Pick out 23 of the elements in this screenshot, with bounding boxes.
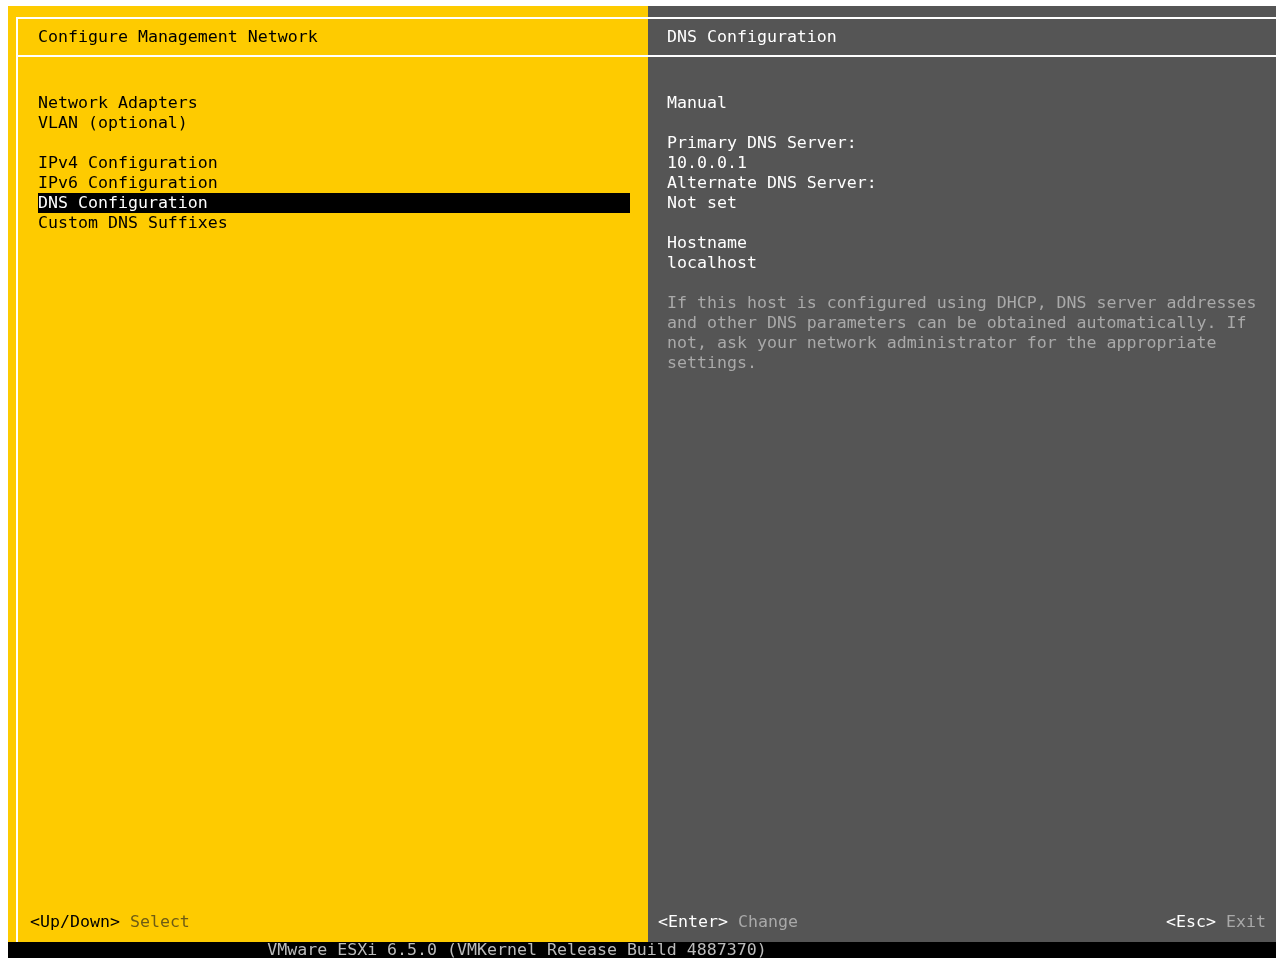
info-text: Manual bbox=[667, 93, 728, 113]
action-label: Exit bbox=[1226, 912, 1266, 932]
panel-title: DNS Configuration bbox=[667, 27, 837, 47]
key-hint: <Up/Down> bbox=[30, 912, 120, 932]
info-text: Hostname bbox=[667, 233, 748, 253]
key-hint: <Enter> bbox=[658, 912, 728, 932]
menu-item[interactable]: IPv6 Configuration bbox=[38, 173, 630, 193]
menu-item[interactable]: Network Adapters bbox=[38, 93, 630, 113]
menu-item[interactable]: IPv4 Configuration bbox=[38, 153, 630, 173]
panel-title: Configure Management Network bbox=[38, 27, 318, 47]
menu-item[interactable]: VLAN (optional) bbox=[38, 113, 630, 133]
info-text: 10.0.0.1 bbox=[667, 153, 748, 173]
help-text: If this host is configured using DHCP, DNS server addresses and other DNS parameters can be obtained automatically. If not, ask your network administrator for the appropriate settings. bbox=[667, 293, 1258, 373]
info-text: Alternate DNS Server: bbox=[667, 173, 878, 193]
info-text: Not set bbox=[667, 193, 738, 213]
menu-item[interactable]: Custom DNS Suffixes bbox=[38, 213, 630, 233]
version-text: VMware ESXi 6.5.0 (VMKernel Release Build 4887370) bbox=[267, 942, 768, 958]
action-label: Select bbox=[129, 912, 190, 932]
info-text: localhost bbox=[667, 253, 758, 273]
key-hint: <Esc> bbox=[1166, 912, 1217, 932]
info-text: Primary DNS Server: bbox=[667, 133, 858, 153]
action-label: Change bbox=[737, 912, 798, 932]
menu-item[interactable]: DNS Configuration bbox=[38, 193, 630, 213]
